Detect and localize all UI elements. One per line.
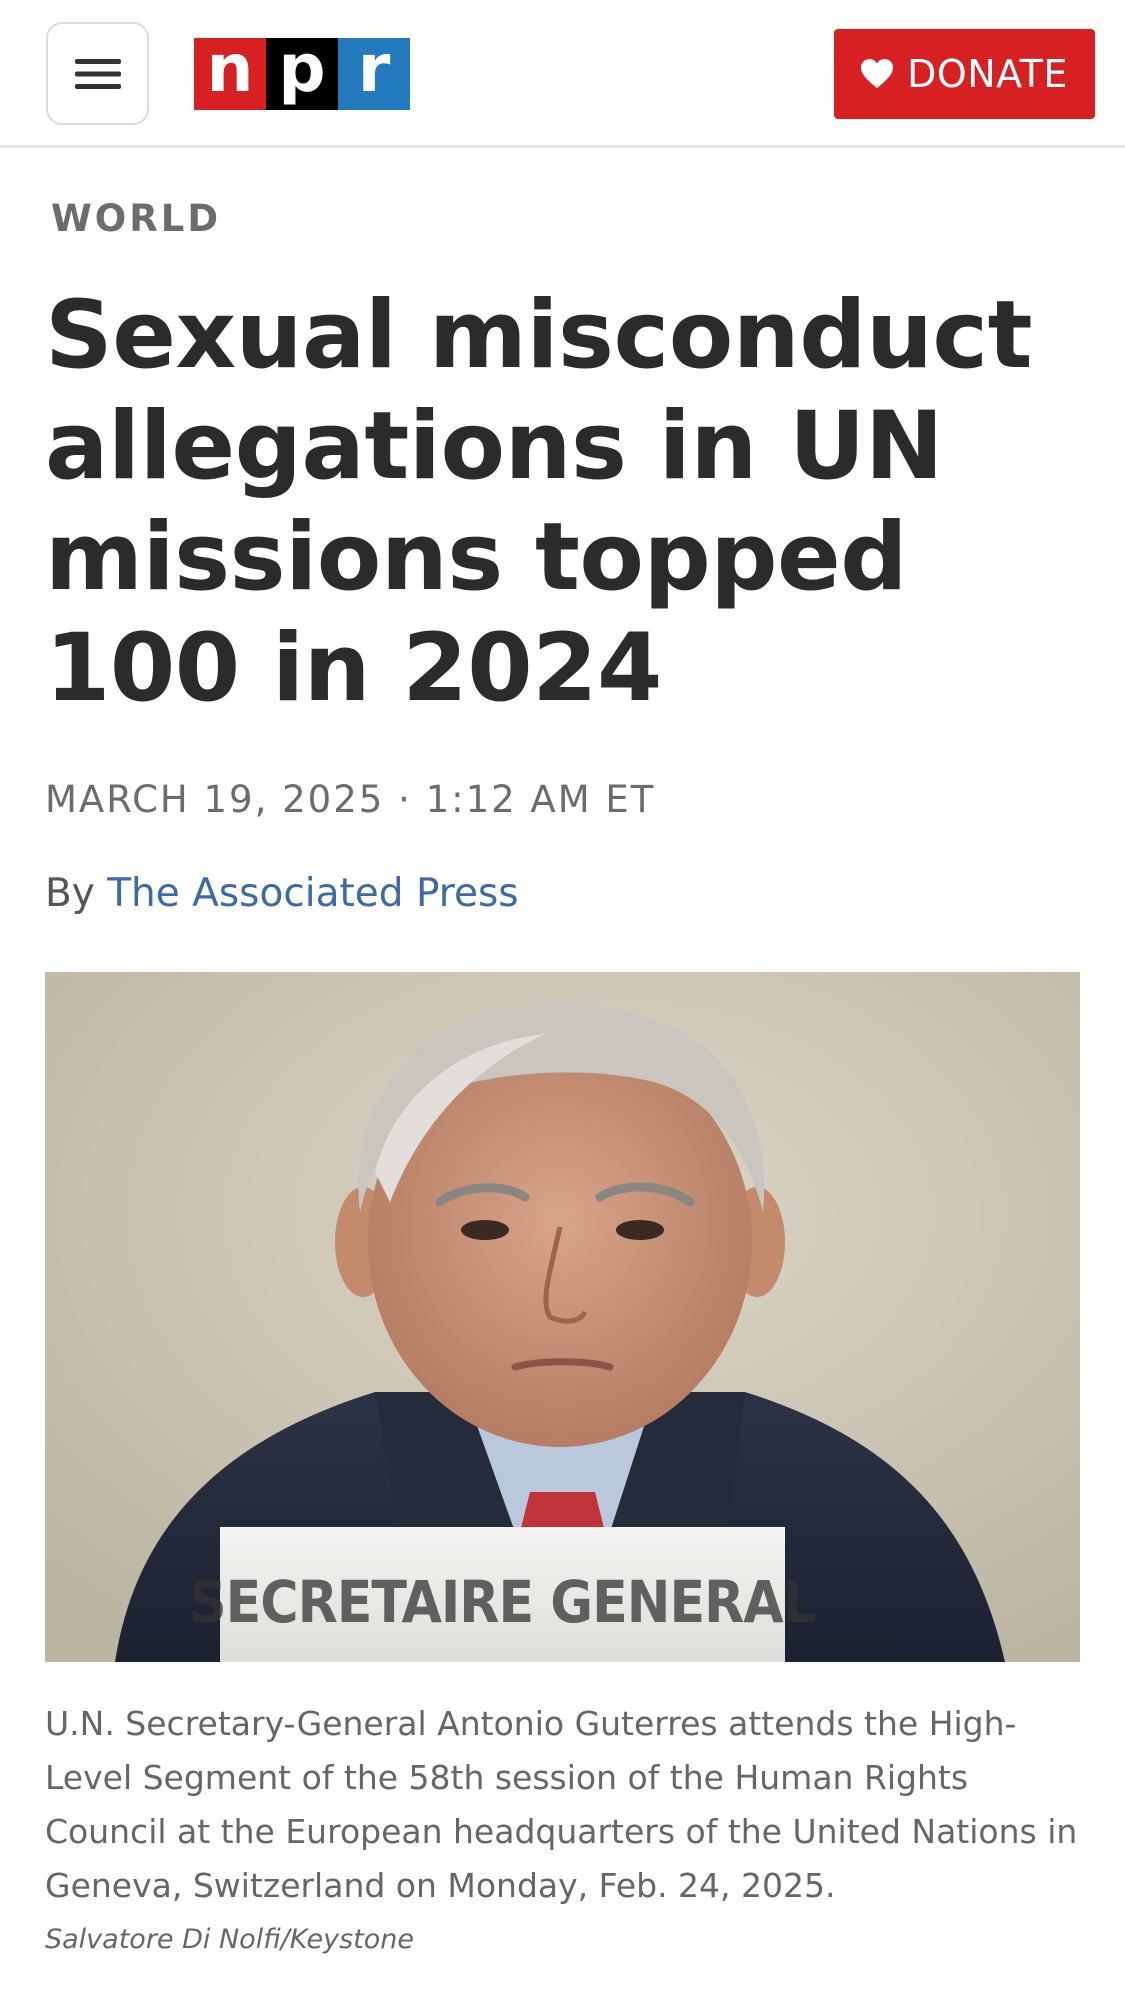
- photo-caption: U.N. Secretary-General Antonio Guterres …: [45, 1704, 1078, 1905]
- photo-credit: Salvatore Di Nolfi/Keystone: [45, 1924, 414, 1955]
- author-link[interactable]: The Associated Press: [107, 871, 518, 916]
- placard-text: SECRETAIRE GENERAL: [189, 1568, 815, 1636]
- section-link-world[interactable]: WORLD: [51, 197, 221, 240]
- menu-button[interactable]: [46, 22, 149, 125]
- hamburger-menu-icon: [74, 58, 121, 89]
- portrait-illustration: SECRETAIRE GENERAL: [45, 972, 1080, 1662]
- heart-icon: [861, 59, 894, 88]
- logo-letter-n: n: [194, 33, 266, 110]
- donate-button[interactable]: DONATE: [834, 29, 1095, 119]
- article-byline: By The Associated Press: [45, 871, 519, 916]
- byline-prefix: By: [45, 871, 108, 916]
- donate-label: DONATE: [907, 52, 1068, 96]
- site-header: n p r DONATE: [0, 0, 1125, 148]
- article-dateline: MARCH 19, 2025 · 1:12 AM ET: [45, 778, 656, 821]
- logo-letter-p: p: [266, 33, 338, 110]
- npr-logo[interactable]: n p r: [194, 33, 410, 110]
- logo-letter-r: r: [338, 33, 410, 110]
- article-headline: Sexual misconduct allegations in UN miss…: [45, 281, 1033, 723]
- article-photo[interactable]: SECRETAIRE GENERAL: [45, 972, 1080, 1662]
